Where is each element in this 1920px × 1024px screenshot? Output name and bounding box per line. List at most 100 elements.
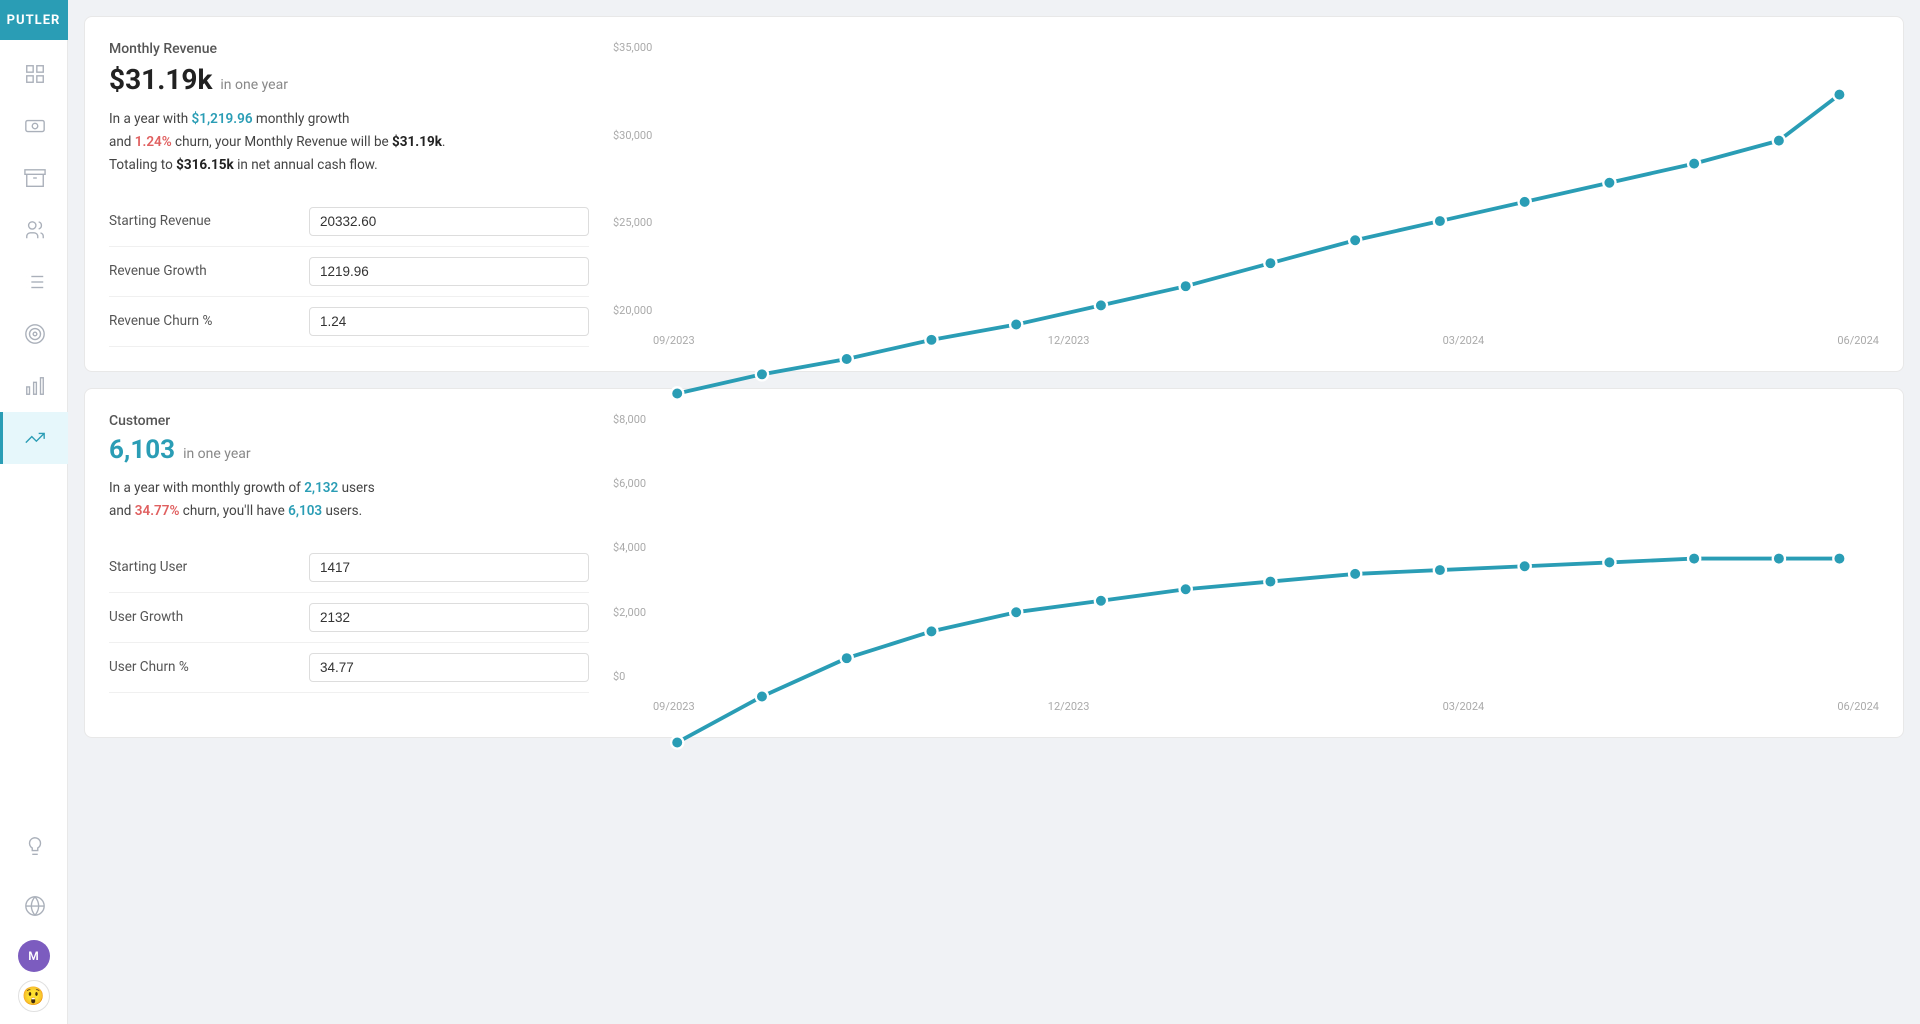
customer-description: In a year with monthly growth of 2,132 u… xyxy=(109,477,589,523)
revenue-card-left: Monthly Revenue $31.19k in one year In a… xyxy=(109,41,589,347)
customer-y3: $4,000 xyxy=(613,541,646,554)
customer-value: 6,103 xyxy=(109,435,175,465)
sidebar-item-revenue[interactable] xyxy=(0,100,68,152)
customer-card: Customer 6,103 in one year In a year wit… xyxy=(84,388,1904,738)
archive-icon xyxy=(24,167,46,189)
revenue-desc-final: in net annual cash flow. xyxy=(234,157,378,173)
revenue-y3: $30,000 xyxy=(613,129,652,142)
customer-desc-mid: and xyxy=(109,503,135,519)
app-logo[interactable]: PUTLER xyxy=(0,0,68,40)
revenue-x3: 03/2024 xyxy=(1443,334,1485,347)
starting-user-row: Starting User xyxy=(109,543,589,593)
sidebar-item-analytics[interactable] xyxy=(0,360,68,412)
revenue-growth-label: Revenue Growth xyxy=(109,263,309,279)
revenue-svg xyxy=(653,41,1879,439)
user-growth-label: User Growth xyxy=(109,609,309,625)
revenue-card-title: Monthly Revenue xyxy=(109,41,589,57)
grid-icon xyxy=(24,63,46,85)
list-icon xyxy=(24,271,46,293)
starting-revenue-row: Starting Revenue xyxy=(109,197,589,247)
customer-y5: $8,000 xyxy=(613,413,646,426)
revenue-y-axis: $35,000 $30,000 $25,000 $20,000 xyxy=(613,41,656,317)
avatar-m[interactable]: M xyxy=(18,940,50,972)
target-icon xyxy=(24,323,46,345)
customer-y-axis: $8,000 $6,000 $4,000 $2,000 $0 xyxy=(613,413,650,683)
main-content: Monthly Revenue $31.19k in one year In a… xyxy=(68,0,1920,1024)
revenue-chart-container: $35,000 $30,000 $25,000 $20,000 09/2023 … xyxy=(613,41,1879,347)
customer-y2: $2,000 xyxy=(613,606,646,619)
customer-y1: $0 xyxy=(613,670,646,683)
users-icon xyxy=(24,219,46,241)
sidebar-item-archive[interactable] xyxy=(0,152,68,204)
sidebar-item-forecast[interactable] xyxy=(0,412,68,464)
revenue-desc-suf: churn, your Monthly Revenue will be xyxy=(172,134,392,150)
trend-icon xyxy=(24,427,46,449)
user-churn-label: User Churn % xyxy=(109,659,309,675)
user-churn-input[interactable] xyxy=(309,653,589,682)
sidebar-item-goals[interactable] xyxy=(0,308,68,360)
customer-big-value: 6,103 in one year xyxy=(109,435,589,465)
customer-end-value: 6,103 xyxy=(288,503,322,519)
customer-x2: 12/2023 xyxy=(1048,700,1090,713)
revenue-y4: $35,000 xyxy=(613,41,652,54)
sidebar-item-bulb[interactable] xyxy=(0,820,68,872)
customer-x1: 09/2023 xyxy=(653,700,695,713)
revenue-churn-input[interactable] xyxy=(309,307,589,336)
revenue-total-value: $316.15k xyxy=(176,157,234,173)
revenue-x2: 12/2023 xyxy=(1048,334,1090,347)
customer-desc-end: users. xyxy=(322,503,362,519)
sidebar: PUTLER xyxy=(0,0,68,1024)
revenue-growth-input[interactable] xyxy=(309,257,589,286)
user-growth-input[interactable] xyxy=(309,603,589,632)
starting-user-input[interactable] xyxy=(309,553,589,582)
customer-churn-highlight: 34.77% xyxy=(135,503,180,519)
sidebar-item-reports[interactable] xyxy=(0,256,68,308)
starting-user-label: Starting User xyxy=(109,559,309,575)
revenue-desc-prefix: In a year with xyxy=(109,111,192,127)
user-growth-row: User Growth xyxy=(109,593,589,643)
revenue-chart: $35,000 $30,000 $25,000 $20,000 09/2023 … xyxy=(613,41,1879,347)
revenue-y1: $20,000 xyxy=(613,304,652,317)
sidebar-item-globe[interactable] xyxy=(0,880,68,932)
revenue-x4: 06/2024 xyxy=(1837,334,1879,347)
customer-growth-suffix: users xyxy=(338,480,374,496)
sidebar-bottom: M 😲 xyxy=(0,820,68,1024)
revenue-x-axis: 09/2023 12/2023 03/2024 06/2024 xyxy=(653,334,1879,347)
customer-growth-highlight: 2,132 xyxy=(304,480,338,496)
bar-chart-icon xyxy=(24,375,46,397)
avatar-emoji[interactable]: 😲 xyxy=(18,980,50,1012)
starting-revenue-input[interactable] xyxy=(309,207,589,236)
customer-in-year: in one year xyxy=(183,446,251,462)
customer-x3: 03/2024 xyxy=(1443,700,1485,713)
customer-chart: $8,000 $6,000 $4,000 $2,000 $0 09/2023 1… xyxy=(613,413,1879,713)
sidebar-item-customers[interactable] xyxy=(0,204,68,256)
bulb-icon xyxy=(24,835,46,857)
customer-chart-container: $8,000 $6,000 $4,000 $2,000 $0 09/2023 1… xyxy=(613,413,1879,713)
revenue-end-value: $31.19k xyxy=(392,134,442,150)
customer-desc-prefix: In a year with monthly growth of xyxy=(109,480,304,496)
revenue-churn-label: Revenue Churn % xyxy=(109,313,309,329)
dollar-icon xyxy=(24,115,46,137)
starting-revenue-label: Starting Revenue xyxy=(109,213,309,229)
revenue-y2: $25,000 xyxy=(613,216,652,229)
customer-x-axis: 09/2023 12/2023 03/2024 06/2024 xyxy=(653,700,1879,713)
customer-y4: $6,000 xyxy=(613,477,646,490)
revenue-growth-row: Revenue Growth xyxy=(109,247,589,297)
revenue-description: In a year with $1,219.96 monthly growtha… xyxy=(109,108,589,177)
revenue-value: $31.19k xyxy=(109,63,212,96)
globe-icon xyxy=(24,895,46,917)
sidebar-nav xyxy=(0,48,67,820)
revenue-card: Monthly Revenue $31.19k in one year In a… xyxy=(84,16,1904,372)
revenue-churn-row: Revenue Churn % xyxy=(109,297,589,347)
revenue-big-value: $31.19k in one year xyxy=(109,63,589,96)
sidebar-item-dashboard[interactable] xyxy=(0,48,68,100)
revenue-growth-highlight: $1,219.96 xyxy=(192,111,253,127)
customer-card-left: Customer 6,103 in one year In a year wit… xyxy=(109,413,589,713)
user-churn-row: User Churn % xyxy=(109,643,589,693)
customer-x4: 06/2024 xyxy=(1837,700,1879,713)
revenue-x1: 09/2023 xyxy=(653,334,695,347)
revenue-churn-highlight: 1.24% xyxy=(135,134,172,150)
customer-card-title: Customer xyxy=(109,413,589,429)
customer-svg xyxy=(653,413,1879,811)
customer-desc-suf: churn, you'll have xyxy=(179,503,288,519)
